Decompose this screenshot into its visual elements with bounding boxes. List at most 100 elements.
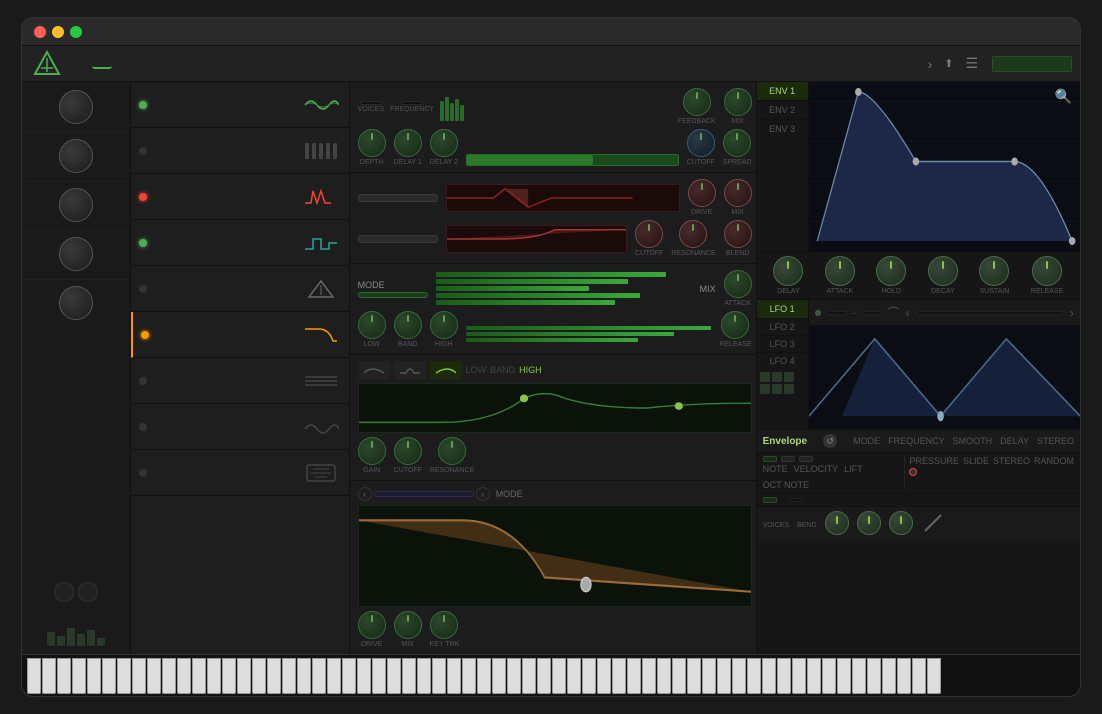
- key-white[interactable]: [402, 658, 416, 694]
- effect-distortion[interactable]: [131, 174, 348, 220]
- sustain-env-knob[interactable]: [979, 256, 1009, 286]
- lfo-shape-icon-5[interactable]: [772, 384, 782, 394]
- veltrk-knob[interactable]: [825, 511, 849, 535]
- key-white[interactable]: [27, 658, 41, 694]
- key-white[interactable]: [642, 658, 656, 694]
- effect-chorus[interactable]: [131, 82, 348, 128]
- attack-env-knob[interactable]: [825, 256, 855, 286]
- filter-led[interactable]: [141, 331, 149, 339]
- glide-knob[interactable]: [889, 511, 913, 535]
- freq-display[interactable]: [401, 101, 423, 105]
- stereo-button[interactable]: [799, 456, 813, 462]
- key-white[interactable]: [177, 658, 191, 694]
- effect-filter[interactable]: [131, 312, 348, 358]
- decay-env-knob[interactable]: [928, 256, 958, 286]
- key-white[interactable]: [837, 658, 851, 694]
- key-white[interactable]: [147, 658, 161, 694]
- key-white[interactable]: [792, 658, 806, 694]
- env1-tab[interactable]: ENV 1: [757, 82, 808, 101]
- filter-type-display[interactable]: [374, 491, 474, 497]
- save-icon[interactable]: ⬆: [940, 57, 957, 70]
- key-white[interactable]: [282, 658, 296, 694]
- arrow-right-icon[interactable]: ›: [924, 56, 937, 72]
- key-white[interactable]: [627, 658, 641, 694]
- key-white[interactable]: [432, 658, 446, 694]
- hold-env-knob[interactable]: [876, 256, 906, 286]
- key-white[interactable]: [927, 658, 941, 694]
- close-button[interactable]: [34, 26, 46, 38]
- key-white[interactable]: [672, 658, 686, 694]
- key-white[interactable]: [867, 658, 881, 694]
- key-white[interactable]: [537, 658, 551, 694]
- low-knob[interactable]: [358, 311, 386, 339]
- lfo1-tab[interactable]: LFO 1: [757, 300, 808, 319]
- key-white[interactable]: [372, 658, 386, 694]
- key-white[interactable]: [612, 658, 626, 694]
- delay-led[interactable]: [139, 147, 147, 155]
- key-white[interactable]: [762, 658, 776, 694]
- lfo-shape-icon-1[interactable]: [760, 372, 770, 382]
- release-knob[interactable]: [721, 311, 749, 339]
- key-white[interactable]: [567, 658, 581, 694]
- effect-reverb[interactable]: [131, 450, 348, 496]
- drive-knob[interactable]: [688, 179, 716, 207]
- pitch-knob[interactable]: [59, 90, 93, 124]
- spread-voice-knob[interactable]: [857, 511, 881, 535]
- lfo-shape[interactable]: [916, 311, 1064, 315]
- drive-filter-knob[interactable]: [358, 611, 386, 639]
- eq-led[interactable]: [139, 285, 147, 293]
- mix-dist-knob[interactable]: [724, 179, 752, 207]
- key-white[interactable]: [882, 658, 896, 694]
- delay-env-knob[interactable]: [773, 256, 803, 286]
- menu-icon[interactable]: ☰: [961, 55, 982, 72]
- voices-display[interactable]: [360, 101, 382, 105]
- lfo-den[interactable]: [862, 311, 882, 315]
- key-white[interactable]: [492, 658, 506, 694]
- nav-arrow[interactable]: [164, 60, 176, 68]
- eq-resonance-knob[interactable]: [438, 437, 466, 465]
- key-white[interactable]: [207, 658, 221, 694]
- key-white[interactable]: [237, 658, 251, 694]
- type-display[interactable]: [358, 194, 438, 202]
- mode-display[interactable]: [358, 292, 428, 298]
- tab-advanced[interactable]: [140, 60, 160, 68]
- feedback-knob[interactable]: [683, 88, 711, 116]
- key-white[interactable]: [807, 658, 821, 694]
- blend-knob[interactable]: [724, 220, 752, 248]
- minimize-button[interactable]: [52, 26, 64, 38]
- pitch-hit-knob[interactable]: [59, 139, 93, 173]
- key-white[interactable]: [72, 658, 86, 694]
- filter-next[interactable]: ›: [476, 487, 490, 501]
- key-white[interactable]: [222, 658, 236, 694]
- mix-knob[interactable]: [724, 88, 752, 116]
- key-white[interactable]: [417, 658, 431, 694]
- lfo-shape-icon-3[interactable]: [784, 372, 794, 382]
- key-white[interactable]: [57, 658, 71, 694]
- filter-prev[interactable]: ‹: [358, 487, 372, 501]
- key-white[interactable]: [477, 658, 491, 694]
- key-white[interactable]: [822, 658, 836, 694]
- reverb-led[interactable]: [139, 469, 147, 477]
- key-white[interactable]: [267, 658, 281, 694]
- key-white[interactable]: [327, 658, 341, 694]
- lfo-num[interactable]: [827, 311, 847, 315]
- env3-tab[interactable]: ENV 3: [757, 120, 808, 138]
- key-white[interactable]: [387, 658, 401, 694]
- band-knob[interactable]: [394, 311, 422, 339]
- distortion-led[interactable]: [139, 193, 147, 201]
- pitch-whl-knob[interactable]: [59, 286, 93, 320]
- fm-knob[interactable]: [59, 188, 93, 222]
- key-white[interactable]: [252, 658, 266, 694]
- key-white[interactable]: [582, 658, 596, 694]
- release-env-knob[interactable]: [1032, 256, 1062, 286]
- key-white[interactable]: [657, 658, 671, 694]
- key-white[interactable]: [462, 658, 476, 694]
- maximize-button[interactable]: [70, 26, 82, 38]
- effect-delay[interactable]: [131, 128, 348, 174]
- key-white[interactable]: [132, 658, 146, 694]
- key-white[interactable]: [117, 658, 131, 694]
- key-white[interactable]: [162, 658, 176, 694]
- perlin-freq[interactable]: [789, 498, 803, 502]
- tab-matrix[interactable]: [116, 60, 136, 68]
- phaser-led[interactable]: [139, 423, 147, 431]
